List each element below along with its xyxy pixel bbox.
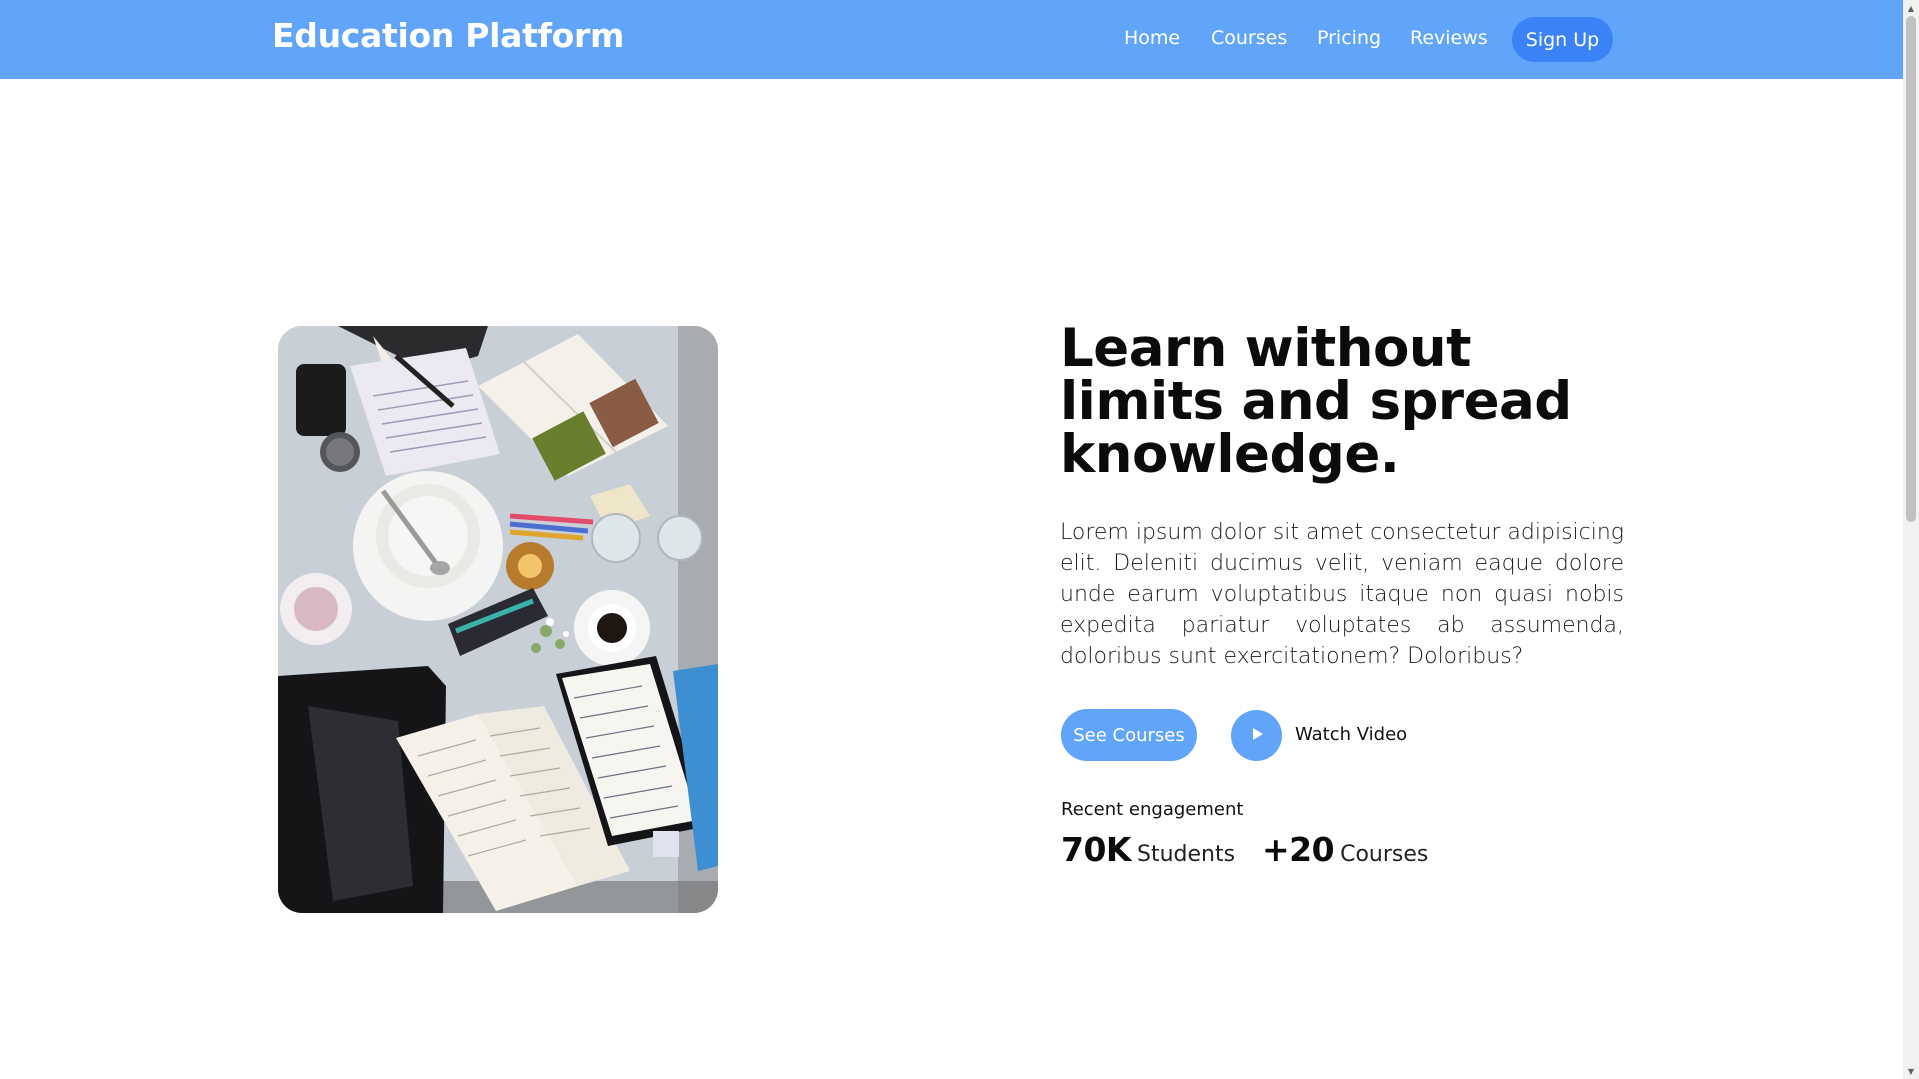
courses-count: +20 bbox=[1262, 830, 1335, 869]
watch-video-play-button[interactable] bbox=[1231, 710, 1282, 761]
scrollbar-thumb[interactable] bbox=[1906, 16, 1916, 522]
students-stat: 70K Students bbox=[1061, 830, 1235, 869]
students-count: 70K bbox=[1061, 830, 1132, 869]
hero-paragraph: Lorem ipsum dolor sit amet consectetur a… bbox=[1060, 520, 1624, 669]
watch-video-link[interactable]: Watch Video bbox=[1295, 724, 1407, 745]
courses-label: Courses bbox=[1340, 842, 1429, 867]
top-navbar: Education Platform Home Courses Pricing … bbox=[0, 0, 1903, 79]
see-courses-button[interactable]: See Courses bbox=[1061, 709, 1197, 761]
sign-up-button[interactable]: Sign Up bbox=[1512, 17, 1613, 62]
courses-stat: +20 Courses bbox=[1262, 830, 1428, 869]
scroll-up-arrow-icon[interactable]: ▲ bbox=[1903, 0, 1919, 16]
scroll-down-arrow-icon[interactable]: ▼ bbox=[1903, 1063, 1919, 1079]
play-icon bbox=[1250, 726, 1264, 745]
vertical-scrollbar[interactable]: ▲ ▼ bbox=[1903, 0, 1919, 1079]
nav-link-courses[interactable]: Courses bbox=[1211, 27, 1287, 49]
nav-link-reviews[interactable]: Reviews bbox=[1410, 27, 1488, 49]
nav-link-home[interactable]: Home bbox=[1124, 27, 1180, 49]
nav-link-pricing[interactable]: Pricing bbox=[1317, 27, 1381, 49]
brand-logo-text[interactable]: Education Platform bbox=[272, 16, 624, 55]
engagement-label: Recent engagement bbox=[1061, 799, 1244, 820]
students-label: Students bbox=[1137, 842, 1236, 867]
hero-image bbox=[278, 326, 718, 913]
hero-title: Learn without limits and spread knowledg… bbox=[1060, 318, 1572, 485]
